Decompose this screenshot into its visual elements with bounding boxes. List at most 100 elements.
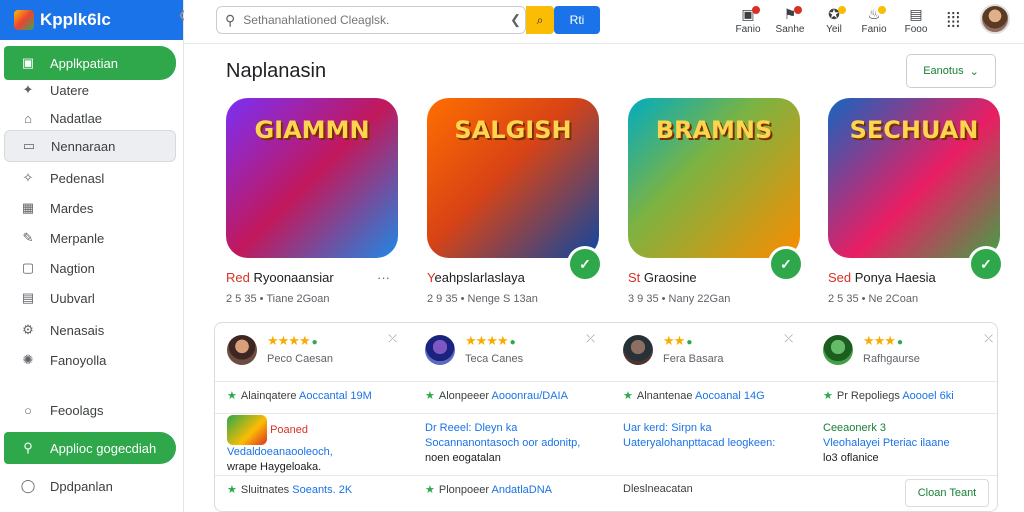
app-card[interactable]: BRAMNS ✓ St Graosine 3 9 35 • Nany 22Gan xyxy=(628,98,804,305)
link-text[interactable]: Aoooel 6ki xyxy=(902,390,953,402)
sort-dropdown[interactable]: Eanotus ⌄ xyxy=(906,54,996,88)
sidebar-item-3[interactable]: ▭ Nennaraan xyxy=(4,130,176,162)
share-icon[interactable]: ⤫ xyxy=(784,333,793,346)
link-text[interactable]: Soeants. 2K xyxy=(292,484,352,496)
topbar: ⚲ ❮ ⌕ Rti ▣ Fanio ⚑ Sanhe ✪ Yeil ♨ Fanio ▤ Fooo ⁞… xyxy=(184,0,1024,44)
notification-badge xyxy=(752,6,760,14)
sidebar-item-9[interactable]: ⚙ Nenasais xyxy=(4,314,176,346)
promo-image xyxy=(227,415,267,445)
star-rating: ★★★★ ● xyxy=(267,333,318,349)
sidebar-item-12[interactable]: ⚲ Applioc gogecdiah xyxy=(4,432,176,464)
thumbnail-title: BRAMNS xyxy=(655,116,773,144)
link-text[interactable]: Aocoanal 14G xyxy=(695,390,765,402)
top-action-4[interactable]: ▤ Fooo xyxy=(896,4,936,40)
link-item[interactable]: ★ Alonpeeer Aooonrau/DAIA xyxy=(425,389,568,402)
sidebar-item-5[interactable]: ▦ Mardes xyxy=(4,192,176,224)
reviewer-avatar xyxy=(823,335,853,365)
chevron-left-icon[interactable]: ❮ xyxy=(510,12,521,28)
more-icon[interactable]: ··· xyxy=(377,270,390,285)
verified-icon: ● xyxy=(311,337,318,348)
install-check-icon[interactable]: ✓ xyxy=(968,246,1004,282)
home-icon: ⌂ xyxy=(24,110,32,126)
share-icon[interactable]: ⤫ xyxy=(984,333,993,346)
links-row: ★ Sluitnates Soeants. 2K ★ Plonpoeer Andatl… xyxy=(215,477,997,505)
link-text[interactable]: Aooonrau/DAIA xyxy=(491,390,567,402)
user-icon: ◯ xyxy=(20,478,36,493)
link-item[interactable]: ★ Plonpoeer AndatlaDNA xyxy=(425,483,552,496)
notification-badge xyxy=(878,6,886,14)
link-item[interactable]: Dleslneacatan xyxy=(623,483,693,495)
notification-badge xyxy=(838,6,846,14)
app-card[interactable]: SECHUAN ✓ Sed Ponya Haesia 2 5 35 • Ne 2Coa… xyxy=(828,98,1004,305)
apps-grid-icon[interactable]: ⁞⁞⁞ xyxy=(946,10,961,33)
search-icon: ⚲ xyxy=(23,440,33,455)
link-text[interactable]: Aoccantal 19M xyxy=(299,390,372,402)
settings-icon: ⚙ xyxy=(22,322,34,337)
description-line: wrape Haygeloaka. xyxy=(227,461,322,473)
top-action-2[interactable]: ✪ Yeil xyxy=(814,4,854,40)
star-icon: ★ xyxy=(623,390,633,402)
app-meta: 2 5 35 • Ne 2Coan xyxy=(828,293,919,305)
search-box[interactable]: ⚲ ❮ xyxy=(216,6,526,34)
calendar-icon: ▣ xyxy=(741,6,755,22)
sidebar-item-11[interactable]: ○ Feoolags xyxy=(4,394,176,426)
grid-icon: ▦ xyxy=(21,200,35,215)
sidebar-item-10[interactable]: ✺ Fanoyolla xyxy=(4,344,176,376)
sidebar-item-label: Pedenasl xyxy=(50,170,105,186)
sidebar-item-6[interactable]: ✎ Merpanle xyxy=(4,222,176,254)
description-heading: Poaned xyxy=(270,423,308,436)
share-icon[interactable]: ⤫ xyxy=(586,333,595,346)
app-thumbnail[interactable]: SALGISH xyxy=(427,98,599,258)
search-input[interactable] xyxy=(243,13,484,27)
open-button[interactable]: Cloan Teant xyxy=(905,479,989,507)
chevron-down-icon: ⌄ xyxy=(969,65,979,78)
verified-icon: ● xyxy=(896,337,903,348)
top-action-label: Sanhe xyxy=(775,24,805,35)
title-rest: Ponya Haesia xyxy=(851,270,936,285)
search-button[interactable]: ⌕ xyxy=(526,6,554,34)
top-action-0[interactable]: ▣ Fanio xyxy=(728,4,768,40)
stars-icon: ★★ xyxy=(663,333,685,348)
app-thumbnail[interactable]: GIAMMN xyxy=(226,98,398,258)
app-thumbnail[interactable]: BRAMNS xyxy=(628,98,800,258)
install-check-icon[interactable]: ✓ xyxy=(768,246,804,282)
app-icon: ▣ xyxy=(21,55,35,70)
title-rest: eahpslarlaslaya xyxy=(434,270,525,285)
sidebar-item-13[interactable]: ◯ Dpdpanlan xyxy=(4,470,176,502)
user-avatar[interactable] xyxy=(980,4,1010,34)
app-thumbnail[interactable]: SECHUAN xyxy=(828,98,1000,258)
reviewer-avatar xyxy=(425,335,455,365)
sidebar-item-4[interactable]: ✧ Pedenasl xyxy=(4,162,176,194)
sparkle-icon: ✦ xyxy=(22,82,34,97)
sidebar-item-label: Nadatlae xyxy=(50,110,103,126)
sidebar-item-7[interactable]: ▢ Nagtion xyxy=(4,252,176,284)
description-heading: Ceeaonerk 3 xyxy=(823,422,886,434)
sidebar: Kpplk6lc ❮ ▣ Applkpatian ✦ Uatere ⌂ Nadatlae ▭… xyxy=(0,0,186,512)
top-action-3[interactable]: ♨ Fanio xyxy=(854,4,894,40)
link-item[interactable]: ★ Alainqatere Aoccantal 19M xyxy=(227,389,372,402)
divider xyxy=(215,475,997,476)
link-item[interactable]: ★ Alnantenae Aocoanal 14G xyxy=(623,389,765,402)
review-item: ★★★★ ● Teca Canes ⤫ xyxy=(413,331,609,383)
top-action-1[interactable]: ⚑ Sanhe xyxy=(770,4,810,40)
app-card[interactable]: SALGISH ✓ Yeahpslarlaslaya 2 9 35 • Nenge S… xyxy=(427,98,603,305)
thumbnail-title: GIAMMN xyxy=(254,116,370,144)
install-check-icon[interactable]: ✓ xyxy=(567,246,603,282)
share-icon[interactable]: ⤫ xyxy=(388,333,397,346)
link-item[interactable]: ★ Sluitnates Soeants. 2K xyxy=(227,483,352,496)
primary-button[interactable]: Rti xyxy=(554,6,600,34)
details-panel: ★★★★ ● Peco Caesan ⤫ ★★★★ ● Teca Canes ⤫ ★★ ● Fera… xyxy=(214,322,998,512)
app-brand[interactable]: Kpplk6lc xyxy=(0,0,183,40)
star-rating: ★★ ● xyxy=(663,333,692,349)
sidebar-item-label: Dpdpanlan xyxy=(50,478,113,494)
link-item[interactable]: ★ Pr Repoliegs Aoooel 6ki xyxy=(823,389,954,402)
link-text[interactable]: AndatlaDNA xyxy=(491,484,552,496)
main-content: Naplanasin Eanotus ⌄ GIAMMN ··· Red Ryoona… xyxy=(184,44,1024,512)
star-icon: ★ xyxy=(227,390,237,402)
reviewer-name: Rafhgaurse xyxy=(863,353,920,365)
sidebar-item-8[interactable]: ▤ Uubvarl xyxy=(4,282,176,314)
reviewer-avatar xyxy=(623,335,653,365)
logo-icon xyxy=(14,10,34,30)
app-card[interactable]: GIAMMN ··· Red Ryoonaansiar 2 5 35 • Tiane … xyxy=(226,98,398,305)
sidebar-item-label: Applioc gogecdiah xyxy=(50,440,157,456)
